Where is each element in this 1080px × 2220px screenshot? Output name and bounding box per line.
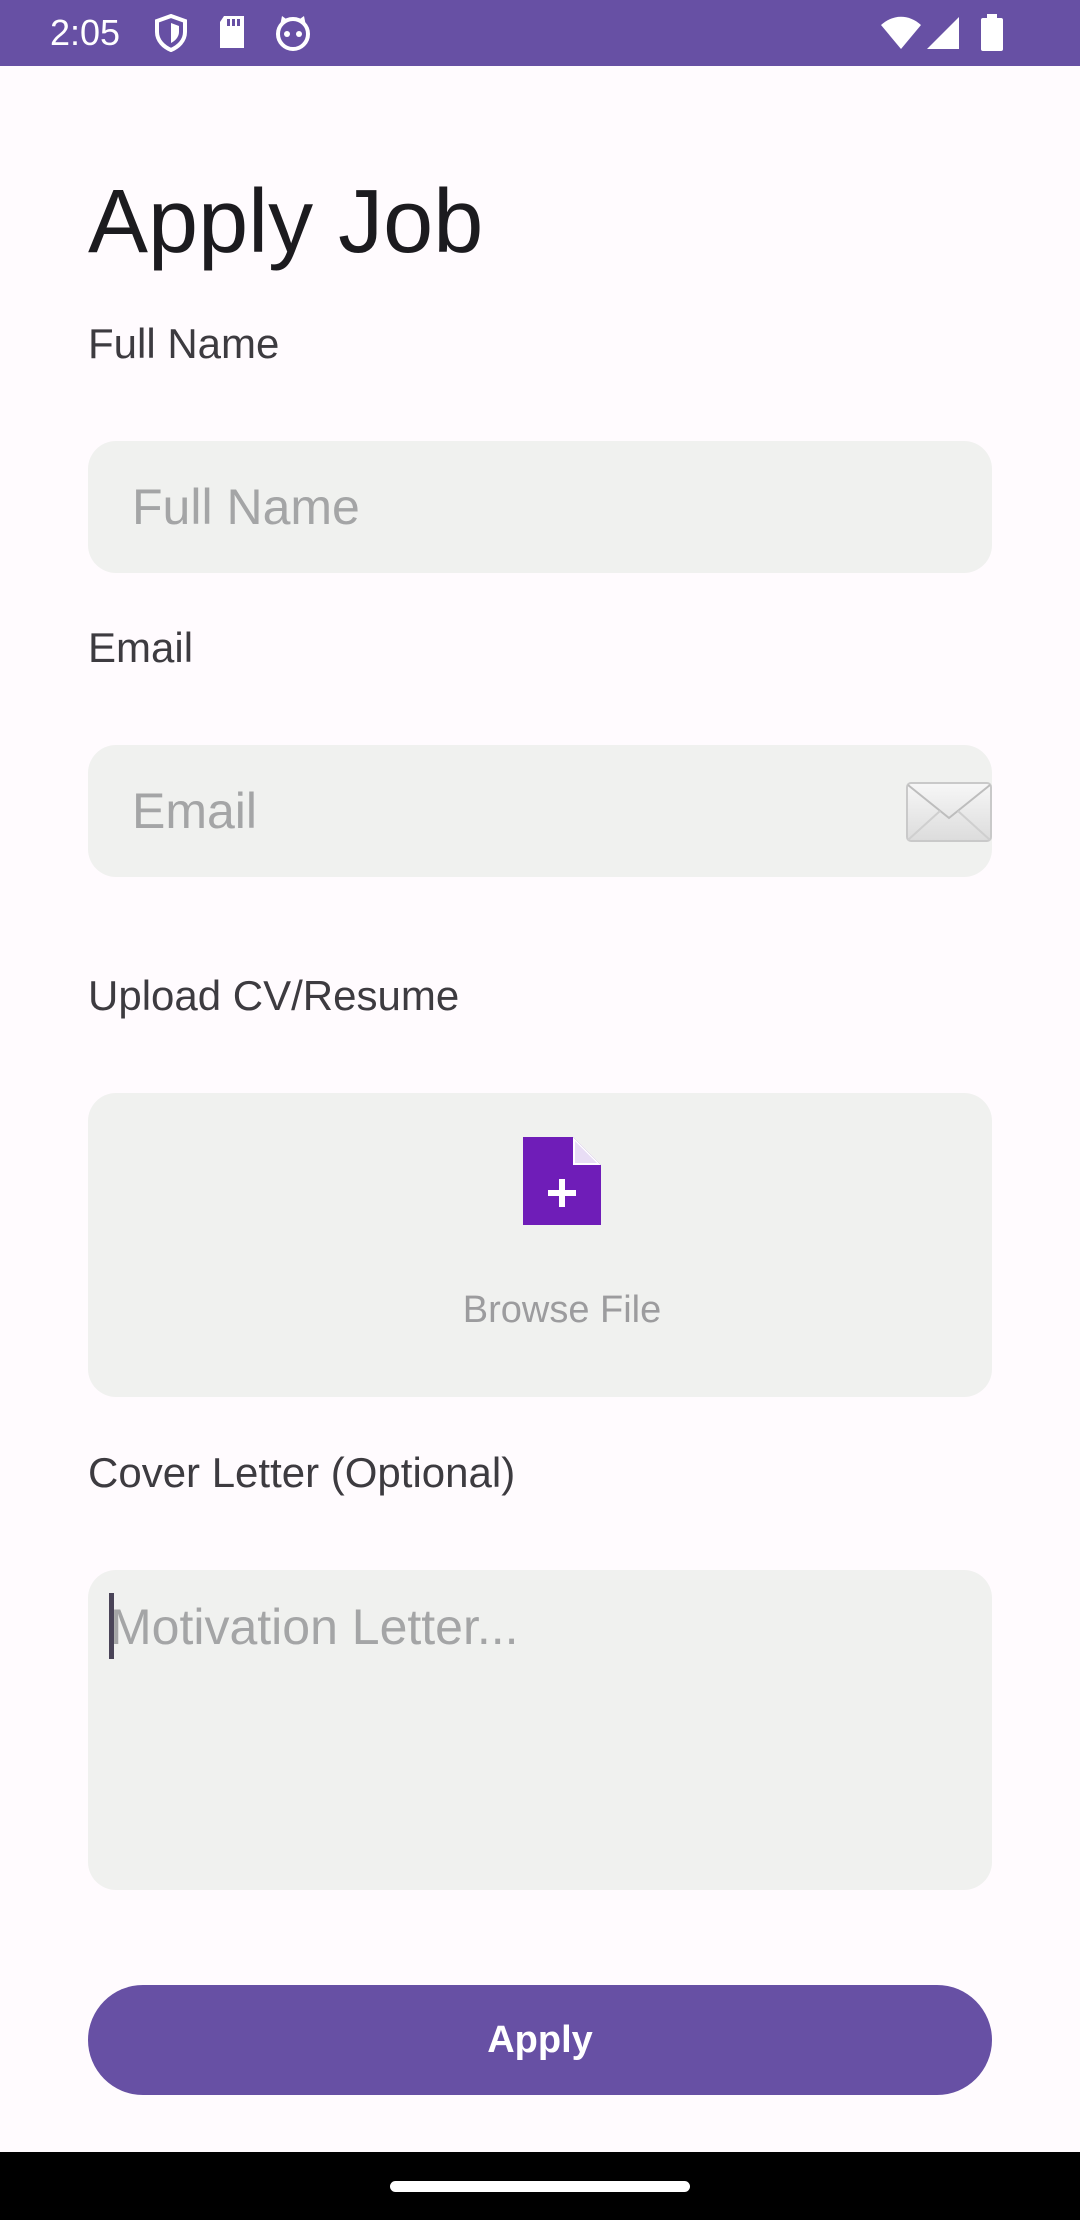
full-name-input[interactable] <box>88 441 992 573</box>
battery-icon <box>981 14 1003 51</box>
full-name-label: Full Name <box>88 320 280 367</box>
status-bar: 2:05 <box>0 0 1080 66</box>
home-indicator[interactable] <box>390 2181 690 2192</box>
status-time: 2:05 <box>50 12 121 53</box>
signal-icon <box>927 17 959 49</box>
envelope-icon <box>906 782 992 842</box>
cv-upload-area[interactable]: Browse File <box>88 1093 992 1397</box>
cover-letter-label: Cover Letter (Optional) <box>88 1449 516 1496</box>
text-cursor <box>109 1593 114 1659</box>
email-input[interactable] <box>88 745 992 877</box>
page-title: Apply Job <box>88 172 484 272</box>
shield-icon <box>155 14 187 52</box>
apply-button[interactable]: Apply <box>88 1985 992 2095</box>
file-add-icon <box>523 1137 601 1225</box>
browse-file-text: Browse File <box>462 1289 662 1331</box>
wifi-icon <box>881 16 921 49</box>
cv-label: Upload CV/Resume <box>88 972 460 1019</box>
sd-card-icon <box>220 16 244 48</box>
email-label: Email <box>88 624 194 671</box>
cover-letter-textarea[interactable] <box>88 1570 992 1890</box>
cat-face-icon <box>276 16 310 51</box>
